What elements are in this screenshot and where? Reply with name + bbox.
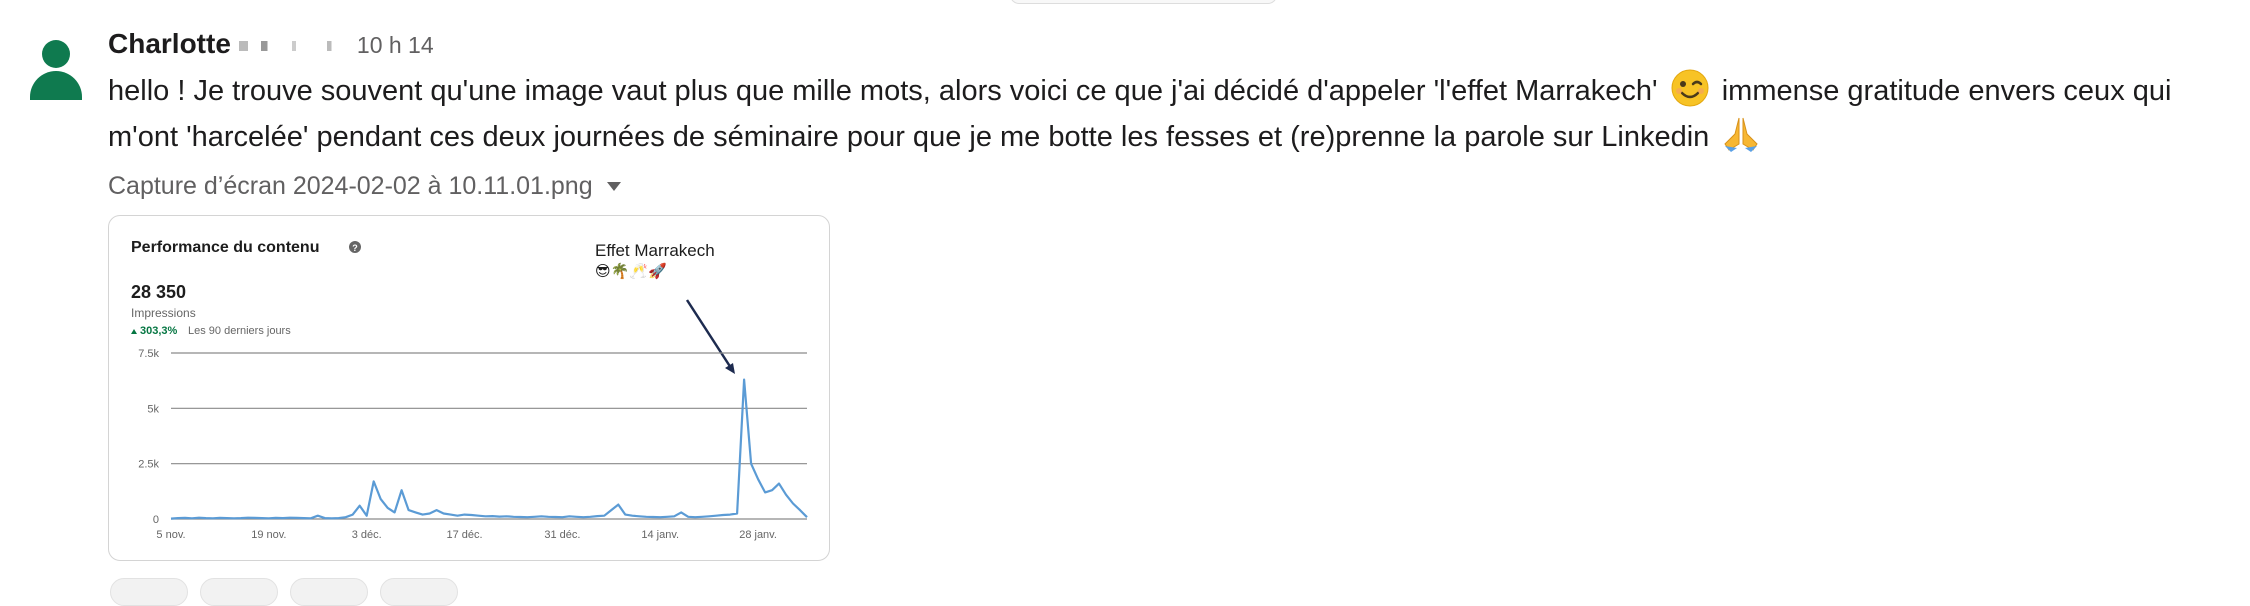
message-text-part-1: hello ! Je trouve souvent qu'une image v… (108, 75, 1658, 107)
trend-up-icon (131, 329, 137, 334)
x-tick-label: 5 nov. (156, 529, 185, 541)
y-tick-label: 0 (153, 514, 159, 526)
annotation-title: Effet Marrakech (595, 241, 715, 260)
y-tick-label: 5k (147, 403, 159, 415)
y-tick-label: 2.5k (138, 459, 159, 471)
wink-emoji-icon (1671, 69, 1709, 107)
reaction-pill[interactable] (110, 578, 188, 606)
avatar-body-shape (30, 71, 82, 100)
attachment-filename[interactable]: Capture d’écran 2024-02-02 à 10.11.01.pn… (108, 172, 593, 201)
message-header: Charlotte 10 h 14 (108, 28, 434, 68)
annotation-emojis: 😎🌴🥂🚀 (595, 262, 667, 280)
chart-card-title: Performance du contenu (131, 239, 319, 256)
change-value: 303,3% (140, 325, 178, 337)
attachment-header[interactable]: Capture d’écran 2024-02-02 à 10.11.01.pn… (108, 168, 621, 204)
pray-emoji-icon (1724, 117, 1758, 152)
x-axis-ticks: 5 nov. 19 nov. 3 déc. 17 déc. 31 déc. 14 janv… (156, 529, 777, 541)
y-axis-ticks: 0 2.5k 5k 7.5k (138, 348, 159, 526)
performance-chart: Performance du contenu ? 28 350 Impressi… (131, 239, 808, 541)
reaction-pill[interactable] (290, 578, 368, 606)
message-timestamp[interactable]: 10 h 14 (357, 32, 434, 59)
x-tick-label: 28 janv. (739, 529, 777, 541)
x-tick-label: 31 déc. (544, 529, 580, 541)
caret-down-icon[interactable] (606, 181, 621, 191)
image-attachment[interactable]: Performance du contenu ? 28 350 Impressi… (108, 215, 830, 561)
message-text-part-2: immense gratitude envers ceux qui (1721, 75, 2172, 107)
message-text: hello ! Je trouve souvent qu'une image v… (108, 68, 2228, 160)
avatar[interactable] (20, 28, 92, 100)
reaction-pill[interactable] (380, 578, 458, 606)
y-tick-label: 7.5k (138, 348, 159, 360)
impressions-label: Impressions (131, 306, 196, 320)
x-tick-label: 14 janv. (641, 529, 679, 541)
annotation-arrow (685, 299, 735, 374)
sender-name[interactable]: Charlotte (108, 28, 231, 60)
date-divider-pill[interactable] (1010, 0, 1277, 4)
chart-grid (171, 352, 807, 520)
avatar-head-shape (42, 40, 70, 68)
x-tick-label: 19 nov. (251, 529, 286, 541)
x-tick-label: 3 déc. (352, 529, 382, 541)
sender-name-redacted (238, 41, 349, 51)
impressions-value: 28 350 (131, 282, 186, 302)
impressions-line (170, 378, 808, 520)
question-circle-icon: ? (349, 241, 361, 253)
message-text-part-3: m'ont 'harcelée' pendant ces deux journé… (108, 121, 1710, 153)
change-label: Les 90 derniers jours (188, 325, 291, 337)
reactions-bar (110, 578, 458, 606)
reaction-pill[interactable] (200, 578, 278, 606)
svg-text:?: ? (352, 243, 358, 253)
x-tick-label: 17 déc. (446, 529, 482, 541)
